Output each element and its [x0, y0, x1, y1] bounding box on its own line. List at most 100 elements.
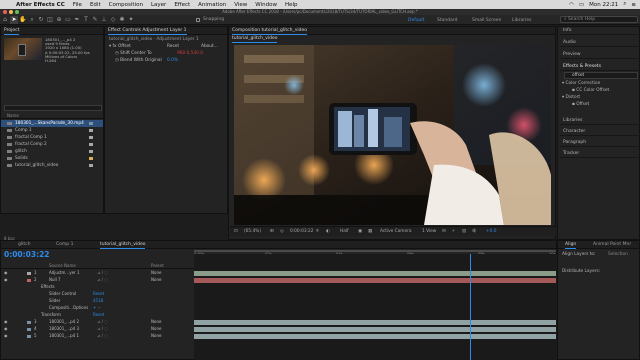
stopwatch-icon[interactable]: ◷: [109, 51, 120, 56]
property-value[interactable]: 4518: [93, 298, 103, 304]
parent-header[interactable]: Parent: [151, 263, 164, 269]
project-item[interactable]: 180301_...SkansParade_30.mp4: [1, 120, 103, 127]
menu-help[interactable]: Help: [281, 2, 302, 8]
fx-item-cc-color-offset[interactable]: ▪ CC Color Offset: [572, 88, 609, 93]
project-item[interactable]: fractal Comp 1: [1, 134, 103, 141]
project-item[interactable]: fractal Comp 2: [1, 141, 103, 148]
fx-category-distort[interactable]: ▾ Distort: [562, 95, 580, 100]
fx-category-color-correction[interactable]: ▾ Color Correction: [562, 81, 600, 86]
layer-duration-bar[interactable]: [194, 326, 556, 332]
spotlight-icon[interactable]: ⌕: [623, 1, 626, 8]
eraser-tool-icon[interactable]: ◇: [109, 16, 117, 24]
layer-label-color[interactable]: [27, 320, 31, 324]
subtab-composition[interactable]: tutorial_glitch_video: [229, 35, 280, 43]
current-time[interactable]: 0:00:03:22: [290, 227, 313, 237]
panel-preview[interactable]: Preview: [560, 51, 640, 59]
channel-icon[interactable]: ◐: [326, 227, 330, 237]
property-row[interactable]: Slider 4518: [1, 298, 194, 304]
timeline-tab-glitch[interactable]: glitch: [15, 241, 33, 249]
workspace-small-screen[interactable]: Small Screen: [472, 18, 501, 23]
timeline-icon[interactable]: ▤: [462, 227, 466, 237]
project-item[interactable]: Comp 1: [1, 127, 103, 134]
layer-label-color[interactable]: [27, 278, 31, 282]
workspace-standard[interactable]: Standard: [437, 18, 457, 23]
wifi-icon[interactable]: ◠: [569, 2, 574, 8]
about-link[interactable]: About...: [201, 44, 218, 50]
close-window-icon[interactable]: [3, 10, 7, 14]
panel-audio[interactable]: Audio: [560, 39, 640, 47]
resolution-select[interactable]: Half: [340, 227, 349, 237]
playhead[interactable]: [470, 254, 471, 360]
clock[interactable]: Mon 22:21: [589, 2, 618, 8]
camera-select[interactable]: Active Camera: [380, 227, 412, 237]
property-row[interactable]: Transform Reset: [1, 312, 194, 318]
tab-composition[interactable]: Composition tutorial_glitch_video: [229, 27, 310, 35]
search-help-input[interactable]: ⌕ Search Help: [560, 16, 638, 23]
battery-icon[interactable]: ▭: [579, 2, 584, 8]
layer-row[interactable]: ◉ 4 180301_...p4 3 ⊿ / ◌ None: [1, 326, 194, 332]
roto-tool-icon[interactable]: ✱: [118, 16, 126, 24]
tab-effect-controls[interactable]: Effect Controls Adjustment Layer 1: [105, 27, 190, 35]
panel-character[interactable]: Character: [560, 128, 640, 136]
stopwatch-icon[interactable]: ◷: [109, 58, 120, 63]
exposure-value[interactable]: +0.0: [486, 227, 496, 237]
type-tool-icon[interactable]: T: [82, 16, 90, 24]
view-layout-select[interactable]: 1 View: [422, 227, 436, 237]
home-icon[interactable]: ⌂: [1, 16, 9, 24]
region-icon[interactable]: ▣: [358, 227, 362, 237]
project-item[interactable]: glitch: [1, 148, 103, 155]
layer-row[interactable]: ◉ 5 180301_...p4 1 ⊿ / ◌ None: [1, 333, 194, 339]
layer-label-color[interactable]: [27, 334, 31, 338]
layer-row[interactable]: ◉ 1 Adjustm...yer 1 ⊿ / ◌ None: [1, 270, 194, 276]
snapshot-icon[interactable]: ⌾: [316, 227, 319, 237]
toggle-view-icon[interactable]: ⊟: [442, 227, 446, 237]
eye-icon[interactable]: ◉: [4, 319, 8, 325]
property-row[interactable]: Compositi...Options + −: [1, 305, 194, 311]
eye-icon[interactable]: ◉: [4, 333, 8, 339]
panel-effects-presets[interactable]: Effects & Presets: [560, 63, 640, 71]
parent-select[interactable]: None: [151, 326, 161, 332]
eye-icon[interactable]: ◉: [4, 270, 8, 276]
layer-label-color[interactable]: [27, 327, 31, 331]
layer-switches[interactable]: ⊿ / ◌: [97, 319, 108, 325]
layer-duration-bar[interactable]: [194, 333, 556, 339]
fast-preview-icon[interactable]: ⚡: [452, 227, 455, 237]
transparency-icon[interactable]: ▦: [368, 227, 372, 237]
panel-libraries[interactable]: Libraries: [560, 117, 640, 125]
parent-select[interactable]: None: [151, 270, 161, 276]
pan-behind-tool-icon[interactable]: ⊕: [55, 16, 63, 24]
label-color-swatch[interactable]: [89, 143, 93, 146]
camera-tool-icon[interactable]: ◫: [46, 16, 54, 24]
panel-tracker[interactable]: Tracker: [560, 150, 640, 158]
layer-duration-bar[interactable]: [194, 319, 556, 325]
tab-animal-point[interactable]: Animal Point Mnr: [590, 241, 634, 249]
fx-item-offset[interactable]: ▪ Offset: [572, 102, 589, 107]
composition-viewer[interactable]: [234, 45, 551, 225]
align-to-select[interactable]: Selection: [608, 252, 628, 257]
label-color-swatch[interactable]: [89, 129, 93, 132]
zoom-level[interactable]: (65.4%): [244, 227, 261, 237]
selection-tool-icon[interactable]: ➤: [10, 15, 18, 24]
rotate-tool-icon[interactable]: ↻: [37, 16, 45, 24]
workspace-libraries[interactable]: Libraries: [512, 18, 531, 23]
property-row[interactable]: Slider Control Reset: [1, 291, 194, 297]
zoom-tool-icon[interactable]: ⌕: [28, 16, 36, 24]
menu-app[interactable]: After Effects CC: [12, 2, 69, 8]
timeline-tab-comp1[interactable]: Comp 1: [53, 241, 76, 249]
menu-effect[interactable]: Effect: [170, 2, 194, 8]
puppet-tool-icon[interactable]: ✦: [127, 16, 135, 24]
label-color-swatch[interactable]: [89, 122, 93, 125]
work-area-bar[interactable]: [194, 250, 556, 252]
property-value[interactable]: + −: [93, 305, 101, 311]
tab-align[interactable]: Align: [562, 241, 579, 249]
parent-select[interactable]: None: [151, 319, 161, 325]
timeline-current-time[interactable]: 0:00:03:22: [4, 250, 50, 259]
menu-view[interactable]: View: [230, 2, 251, 8]
menu-window[interactable]: Window: [251, 2, 281, 8]
source-name-header[interactable]: Source Name: [49, 263, 76, 269]
pen-tool-icon[interactable]: ✒: [73, 16, 81, 24]
parent-select[interactable]: None: [151, 333, 161, 339]
layer-switches[interactable]: ⊿ / ◌: [97, 326, 108, 332]
panel-paragraph[interactable]: Paragraph: [560, 139, 640, 147]
effect-offset-row[interactable]: ▾ fx Offset Reset About...: [109, 44, 227, 50]
